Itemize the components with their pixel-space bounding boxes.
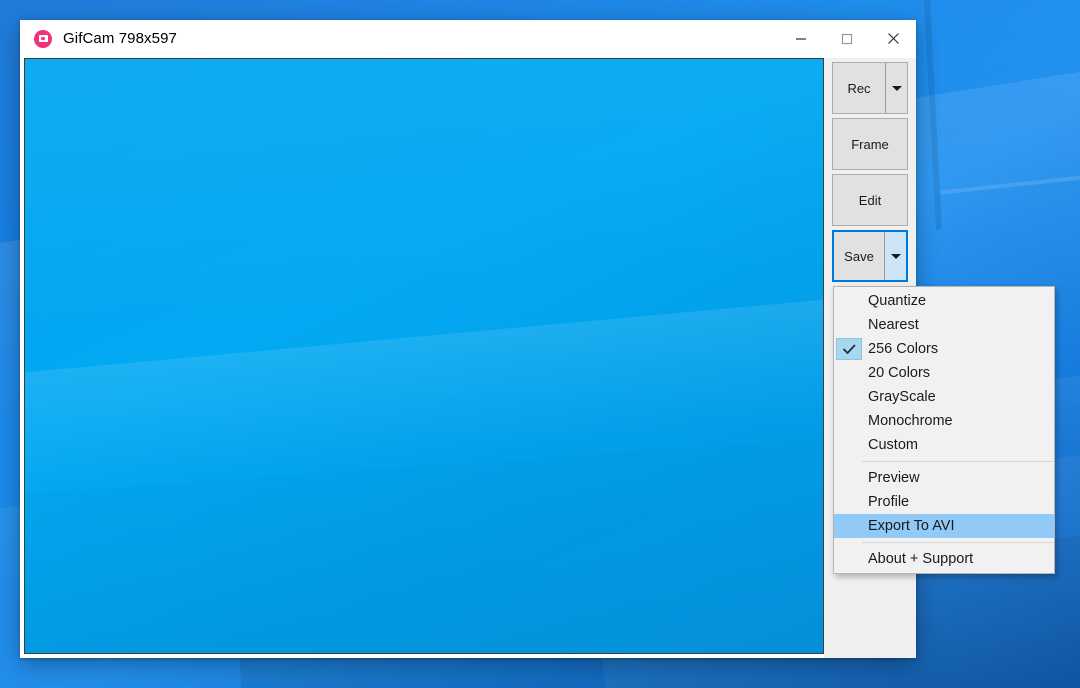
menu-item-256-colors[interactable]: 256 Colors <box>834 337 1054 361</box>
menu-item-label: GrayScale <box>868 389 936 405</box>
wallpaper-beam <box>940 169 1080 195</box>
menu-item-label: Preview <box>868 470 920 486</box>
gifcam-window: GifCam 798x597 Rec Frame Edit Save Quant… <box>20 20 1055 658</box>
menu-item-gutter <box>836 362 862 384</box>
capture-region-container <box>20 58 824 658</box>
save-button-label: Save <box>844 248 874 264</box>
window-controls <box>778 20 916 58</box>
menu-item-label: Quantize <box>868 293 927 309</box>
menu-item-profile[interactable]: Profile <box>834 490 1054 514</box>
minimize-icon[interactable] <box>778 20 824 58</box>
menu-item-label: Profile <box>868 494 910 510</box>
menu-item-grayscale[interactable]: GrayScale <box>834 385 1054 409</box>
menu-item-gutter <box>836 410 862 432</box>
menu-item-custom[interactable]: Custom <box>834 433 1054 457</box>
wallpaper-beam <box>923 0 943 230</box>
menu-item-monochrome[interactable]: Monochrome <box>834 409 1054 433</box>
menu-item-gutter <box>836 290 862 312</box>
menu-item-label: Export To AVI <box>868 518 955 534</box>
menu-item-gutter <box>836 434 862 456</box>
menu-item-label: 256 Colors <box>868 341 939 357</box>
menu-item-quantize[interactable]: Quantize <box>834 289 1054 313</box>
desktop-background: GifCam 798x597 Rec Frame Edit Save Quant… <box>0 0 1080 688</box>
capture-area[interactable] <box>24 58 824 654</box>
close-icon[interactable] <box>870 20 916 58</box>
menu-item-gutter <box>836 491 862 513</box>
menu-item-label: Nearest <box>868 317 919 333</box>
menu-item-nearest[interactable]: Nearest <box>834 313 1054 337</box>
menu-item-export-to-avi[interactable]: Export To AVI <box>834 514 1054 538</box>
save-dropdown-arrow[interactable] <box>884 232 906 280</box>
menu-separator <box>862 461 1054 462</box>
edit-button-label: Edit <box>858 192 882 208</box>
save-button[interactable]: Save <box>832 230 908 282</box>
title-bar[interactable]: GifCam 798x597 <box>20 20 916 58</box>
gifcam-camera-icon <box>34 29 52 48</box>
frame-button-label: Frame <box>851 136 889 152</box>
menu-item-label: About + Support <box>868 551 974 567</box>
menu-item-label: Custom <box>868 437 918 453</box>
menu-item-gutter <box>836 314 862 336</box>
chevron-down-icon <box>891 85 902 91</box>
window-title: GifCam 798x597 <box>63 30 177 47</box>
menu-item-gutter <box>836 386 862 408</box>
check-icon <box>836 338 862 360</box>
window-body: Rec Frame Edit Save <box>20 58 916 658</box>
rec-dropdown-arrow[interactable] <box>885 63 907 113</box>
rec-button[interactable]: Rec <box>832 62 908 114</box>
menu-item-label: 20 Colors <box>868 365 931 381</box>
maximize-icon[interactable] <box>824 20 870 58</box>
frame-button[interactable]: Frame <box>832 118 908 170</box>
rec-button-label: Rec <box>847 80 871 96</box>
menu-item-gutter <box>836 515 862 537</box>
edit-button[interactable]: Edit <box>832 174 908 226</box>
menu-item-about-support[interactable]: About + Support <box>834 547 1054 571</box>
menu-separator <box>862 542 1054 543</box>
menu-item-preview[interactable]: Preview <box>834 466 1054 490</box>
save-dropdown-menu: Quantize Nearest 256 Colors 20 Colors GraySc… <box>833 286 1055 574</box>
menu-item-label: Monochrome <box>868 413 953 429</box>
chevron-down-icon <box>890 253 901 259</box>
menu-item-gutter <box>836 548 862 570</box>
menu-item-20-colors[interactable]: 20 Colors <box>834 361 1054 385</box>
menu-item-gutter <box>836 467 862 489</box>
